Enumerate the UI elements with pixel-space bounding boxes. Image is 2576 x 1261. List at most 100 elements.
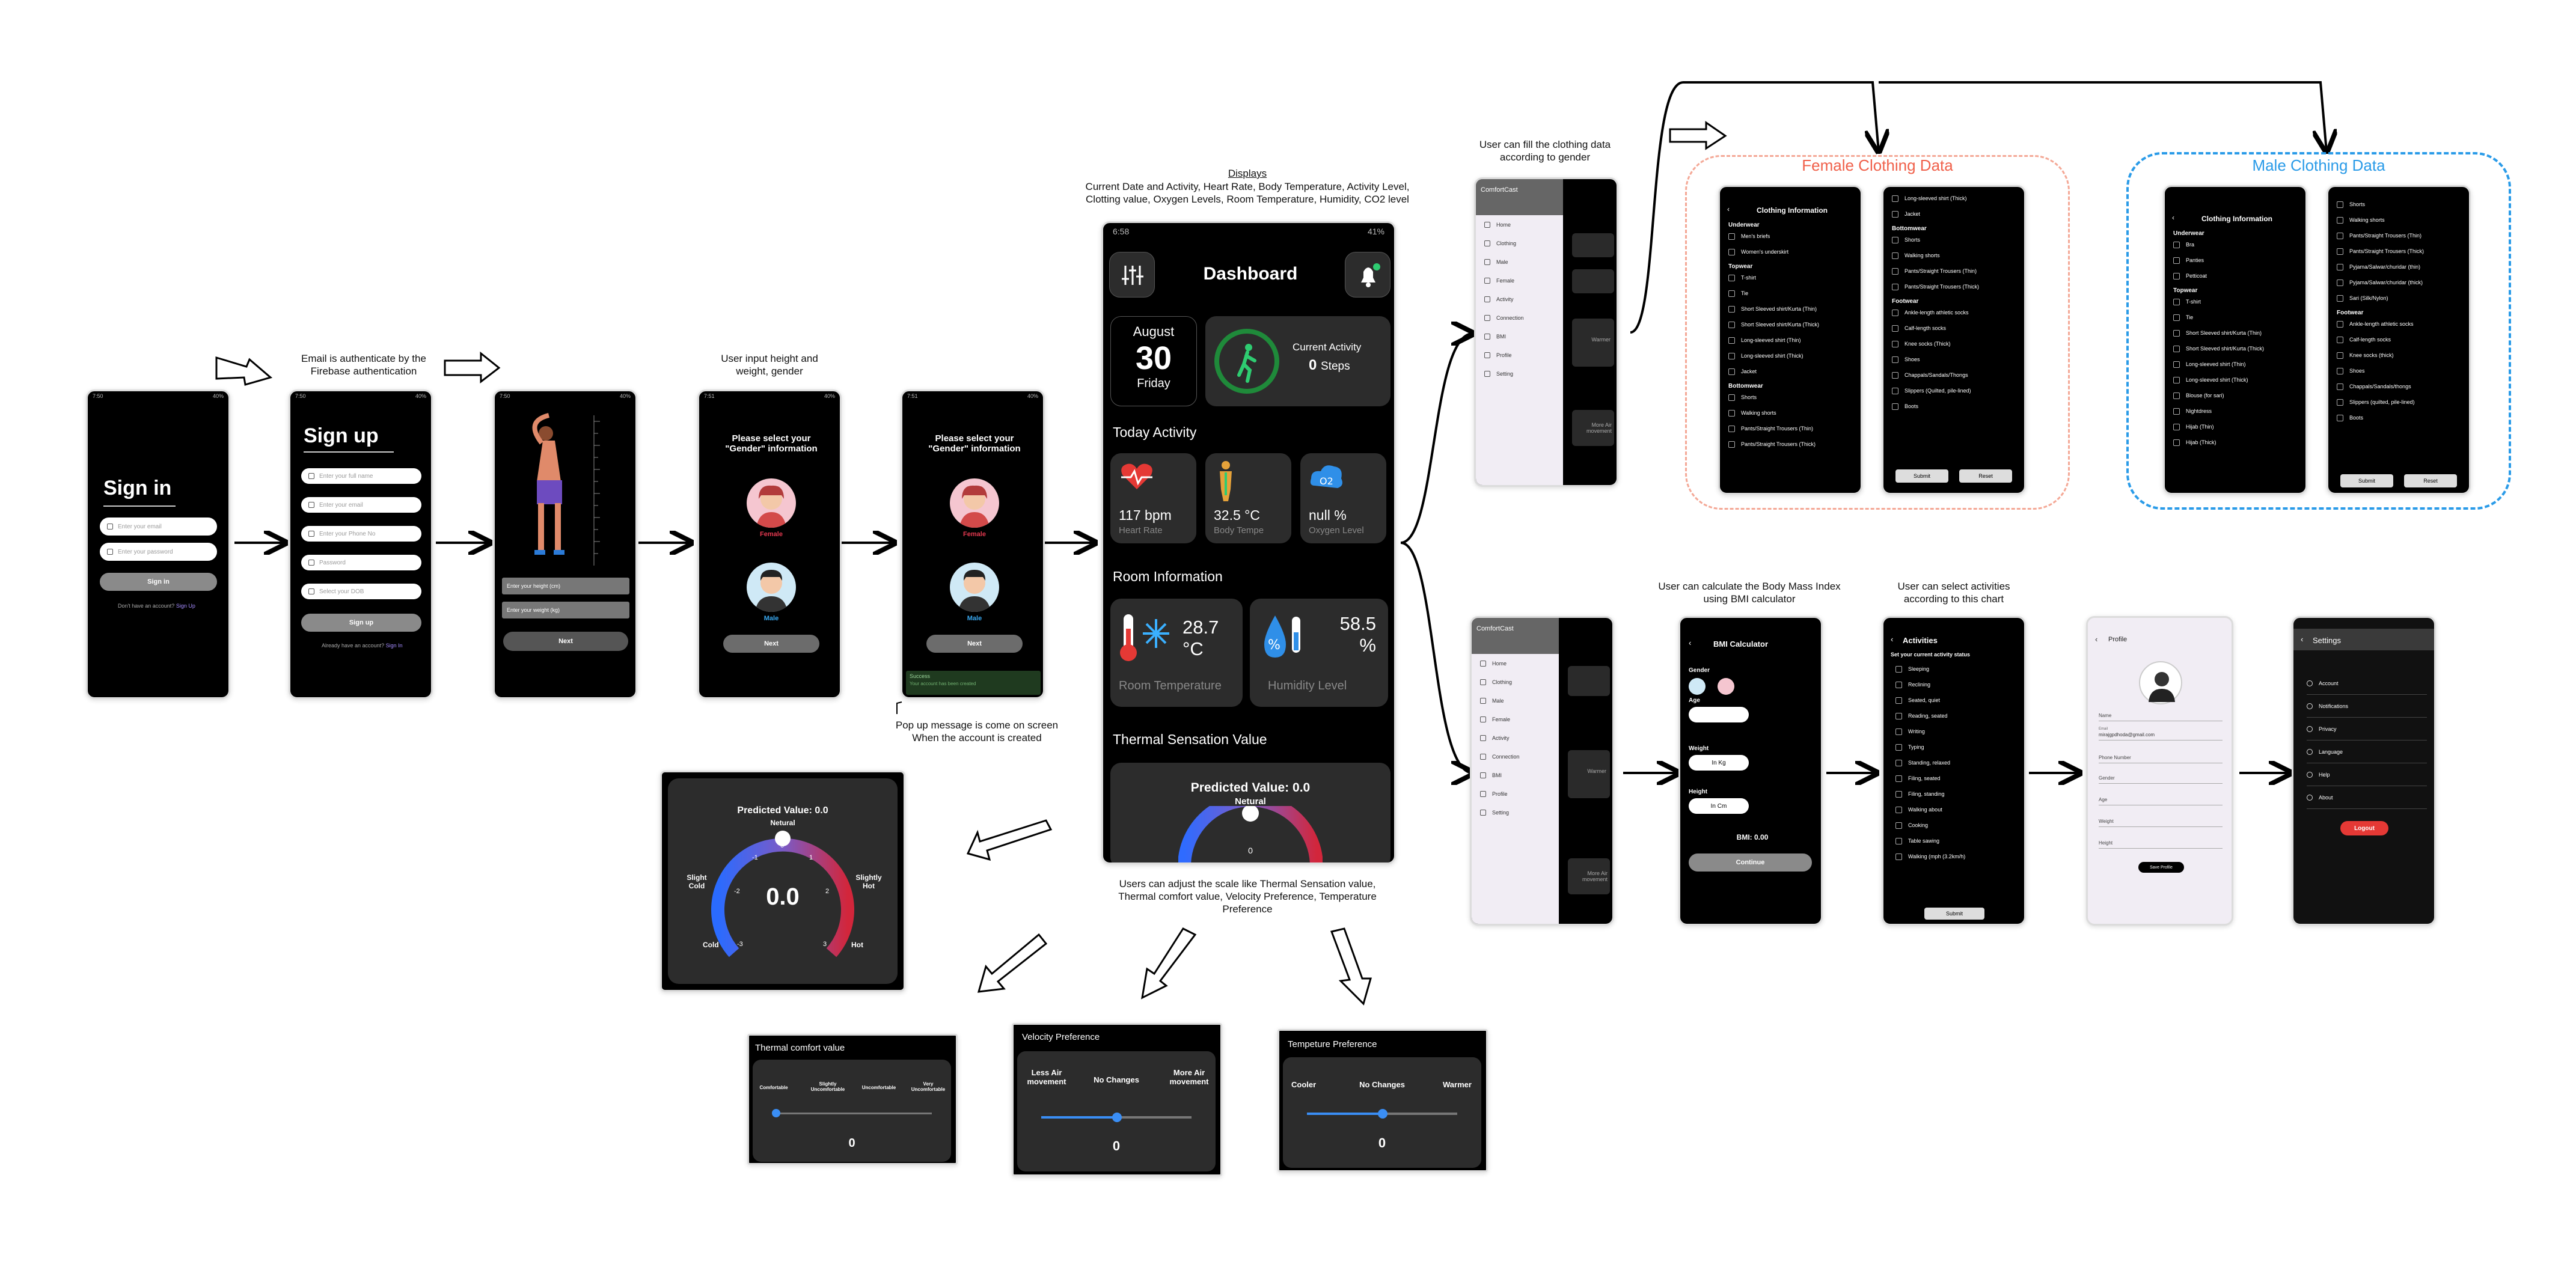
list-item[interactable]: Short Sleeved shirt/Kurta (Thin): [1728, 301, 1858, 317]
list-item[interactable]: Long-sleeved shirt (Thin): [1728, 332, 1858, 348]
male-option[interactable]: [1689, 678, 1706, 695]
list-item[interactable]: Short Sleeved shirt/Kurta (Thin): [2173, 325, 2302, 341]
list-item[interactable]: Panties: [2173, 252, 2302, 268]
list-item[interactable]: Calf-length socks: [2337, 332, 2466, 347]
male-avatar[interactable]: [950, 563, 999, 612]
list-item[interactable]: Jacket: [1728, 364, 1858, 379]
signup-button[interactable]: Sign up: [301, 614, 421, 632]
list-item[interactable]: Walking shorts: [1892, 248, 2021, 263]
drawer-item-activity[interactable]: Activity: [1472, 728, 1559, 747]
list-item[interactable]: Pants/Straight Trousers (Thin): [2337, 228, 2466, 243]
list-item[interactable]: Filing, seated: [1895, 771, 2022, 786]
logout-button[interactable]: Logout: [2340, 821, 2388, 835]
continue-button[interactable]: Continue: [1689, 853, 1812, 872]
drawer-item-home[interactable]: Home: [1472, 654, 1559, 673]
submit-button[interactable]: Submit: [2340, 474, 2393, 487]
password-field[interactable]: Password: [301, 555, 421, 570]
male-avatar[interactable]: [747, 563, 796, 612]
list-item[interactable]: Pants/Straight Trousers (Thin): [1892, 263, 2021, 279]
list-item[interactable]: Walking shorts: [1728, 405, 1858, 421]
height-ruler[interactable]: [591, 415, 609, 566]
weight-input[interactable]: Enter your weight (kg): [502, 602, 629, 618]
list-item[interactable]: Ankle-length athletic socks: [1892, 305, 2021, 320]
list-item[interactable]: Men's briefs: [1728, 228, 1858, 244]
list-item[interactable]: Pants/Straight Trousers (Thick): [1892, 279, 2021, 295]
drawer-item-bmi[interactable]: BMI: [1472, 766, 1559, 784]
list-item[interactable]: Pants/Straight Trousers (Thick): [2337, 243, 2466, 259]
female-avatar[interactable]: [950, 478, 999, 528]
name-field[interactable]: Name: [2099, 713, 2223, 721]
settings-item-privacy[interactable]: Privacy: [2307, 718, 2427, 740]
list-item[interactable]: Pants/Straight Trousers (Thin): [1728, 421, 1858, 436]
list-item[interactable]: Standing, relaxed: [1895, 755, 2022, 771]
list-item[interactable]: Shorts: [2337, 197, 2466, 212]
email-field[interactable]: Enter your email: [301, 497, 421, 513]
list-item[interactable]: Walking (mph (3.2km/h): [1895, 849, 2022, 864]
list-item[interactable]: Nightdress: [2173, 403, 2302, 419]
list-item[interactable]: Walking shorts: [2337, 212, 2466, 228]
next-button[interactable]: Next: [926, 635, 1023, 653]
settings-item-language[interactable]: Language: [2307, 740, 2427, 763]
age-input[interactable]: [1689, 707, 1749, 722]
list-item[interactable]: T-shirt: [1728, 270, 1858, 285]
email-field[interactable]: mirajgpdhoda@gmail.com: [2099, 732, 2223, 740]
list-item[interactable]: Typing: [1895, 739, 2022, 755]
list-item[interactable]: Slippers (Quilted, pile-lined): [1892, 383, 2021, 398]
drawer-item-profile[interactable]: Profile: [1476, 346, 1563, 364]
list-item[interactable]: Pyjama/Salwar/churidar (thick): [2337, 275, 2466, 290]
list-item[interactable]: Women's underskirt: [1728, 244, 1858, 260]
phone-field[interactable]: Enter your Phone No: [301, 526, 421, 542]
back-icon[interactable]: ‹: [1689, 638, 1691, 647]
back-icon[interactable]: ‹: [2301, 635, 2303, 644]
list-item[interactable]: Pants/Straight Trousers (Thick): [1728, 436, 1858, 452]
comfort-slider-thumb[interactable]: [772, 1109, 780, 1117]
next-button[interactable]: Next: [503, 632, 628, 651]
drawer-item-female[interactable]: Female: [1476, 271, 1563, 290]
list-item[interactable]: Tie: [1728, 285, 1858, 301]
drawer-item-profile[interactable]: Profile: [1472, 784, 1559, 803]
list-item[interactable]: Long-sleeved shirt (Thin): [2173, 356, 2302, 372]
list-item[interactable]: Shoes: [1892, 352, 2021, 367]
drawer-item-activity[interactable]: Activity: [1476, 290, 1563, 308]
age-field[interactable]: Age: [2099, 797, 2223, 805]
drawer-item-bmi[interactable]: BMI: [1476, 327, 1563, 346]
list-item[interactable]: T-shirt: [2173, 294, 2302, 310]
list-item[interactable]: Blouse (for sari): [2173, 388, 2302, 403]
velocity-slider-thumb[interactable]: [1112, 1113, 1122, 1122]
list-item[interactable]: Boots: [1892, 398, 2021, 414]
settings-item-help[interactable]: Help: [2307, 763, 2427, 786]
signup-link[interactable]: Sign Up: [176, 603, 195, 609]
submit-button[interactable]: Submit: [1924, 908, 1984, 920]
list-item[interactable]: Knee socks (Thick): [1892, 336, 2021, 352]
list-item[interactable]: Calf-length socks: [1892, 320, 2021, 336]
list-item[interactable]: Shoes: [2337, 363, 2466, 379]
list-item[interactable]: Ankle-length athletic socks: [2337, 316, 2466, 332]
list-item[interactable]: Short Sleeved shirt/Kurta (Thick): [1728, 317, 1858, 332]
list-item[interactable]: Reading, seated: [1895, 708, 2022, 724]
list-item[interactable]: Cooking: [1895, 817, 2022, 833]
dob-field[interactable]: Select your DOB: [301, 584, 421, 599]
password-field[interactable]: Enter your password: [100, 543, 217, 561]
list-item[interactable]: Hijab (Thin): [2173, 419, 2302, 435]
filter-button[interactable]: [1109, 252, 1155, 298]
list-item[interactable]: Knee socks (thick): [2337, 347, 2466, 363]
notification-button[interactable]: [1345, 252, 1390, 298]
settings-item-notifications[interactable]: Notifications: [2307, 695, 2427, 718]
back-icon[interactable]: ‹: [2095, 635, 2097, 644]
height-field[interactable]: Height: [2099, 840, 2223, 849]
list-item[interactable]: Bra: [2173, 237, 2302, 252]
list-item[interactable]: Chappals/Sandals/Thongs: [1892, 367, 2021, 383]
list-item[interactable]: Long-sleeved shirt (Thick): [2173, 372, 2302, 388]
avatar[interactable]: [2139, 661, 2182, 704]
height-input[interactable]: In Cm: [1689, 798, 1749, 814]
next-button[interactable]: Next: [723, 635, 819, 653]
list-item[interactable]: Chappals/Sandals/thongs: [2337, 379, 2466, 394]
save-profile-button[interactable]: Save Profile: [2138, 862, 2184, 873]
gender-select[interactable]: Gender: [2099, 775, 2223, 784]
list-item[interactable]: Shorts: [1728, 389, 1858, 405]
signin-link[interactable]: Sign In: [386, 643, 403, 649]
reset-button[interactable]: Reset: [1959, 469, 2012, 483]
drawer-item-female[interactable]: Female: [1472, 710, 1559, 728]
list-item[interactable]: Pyjama/Salwar/churidar (thin): [2337, 259, 2466, 275]
reset-button[interactable]: Reset: [2404, 474, 2457, 487]
